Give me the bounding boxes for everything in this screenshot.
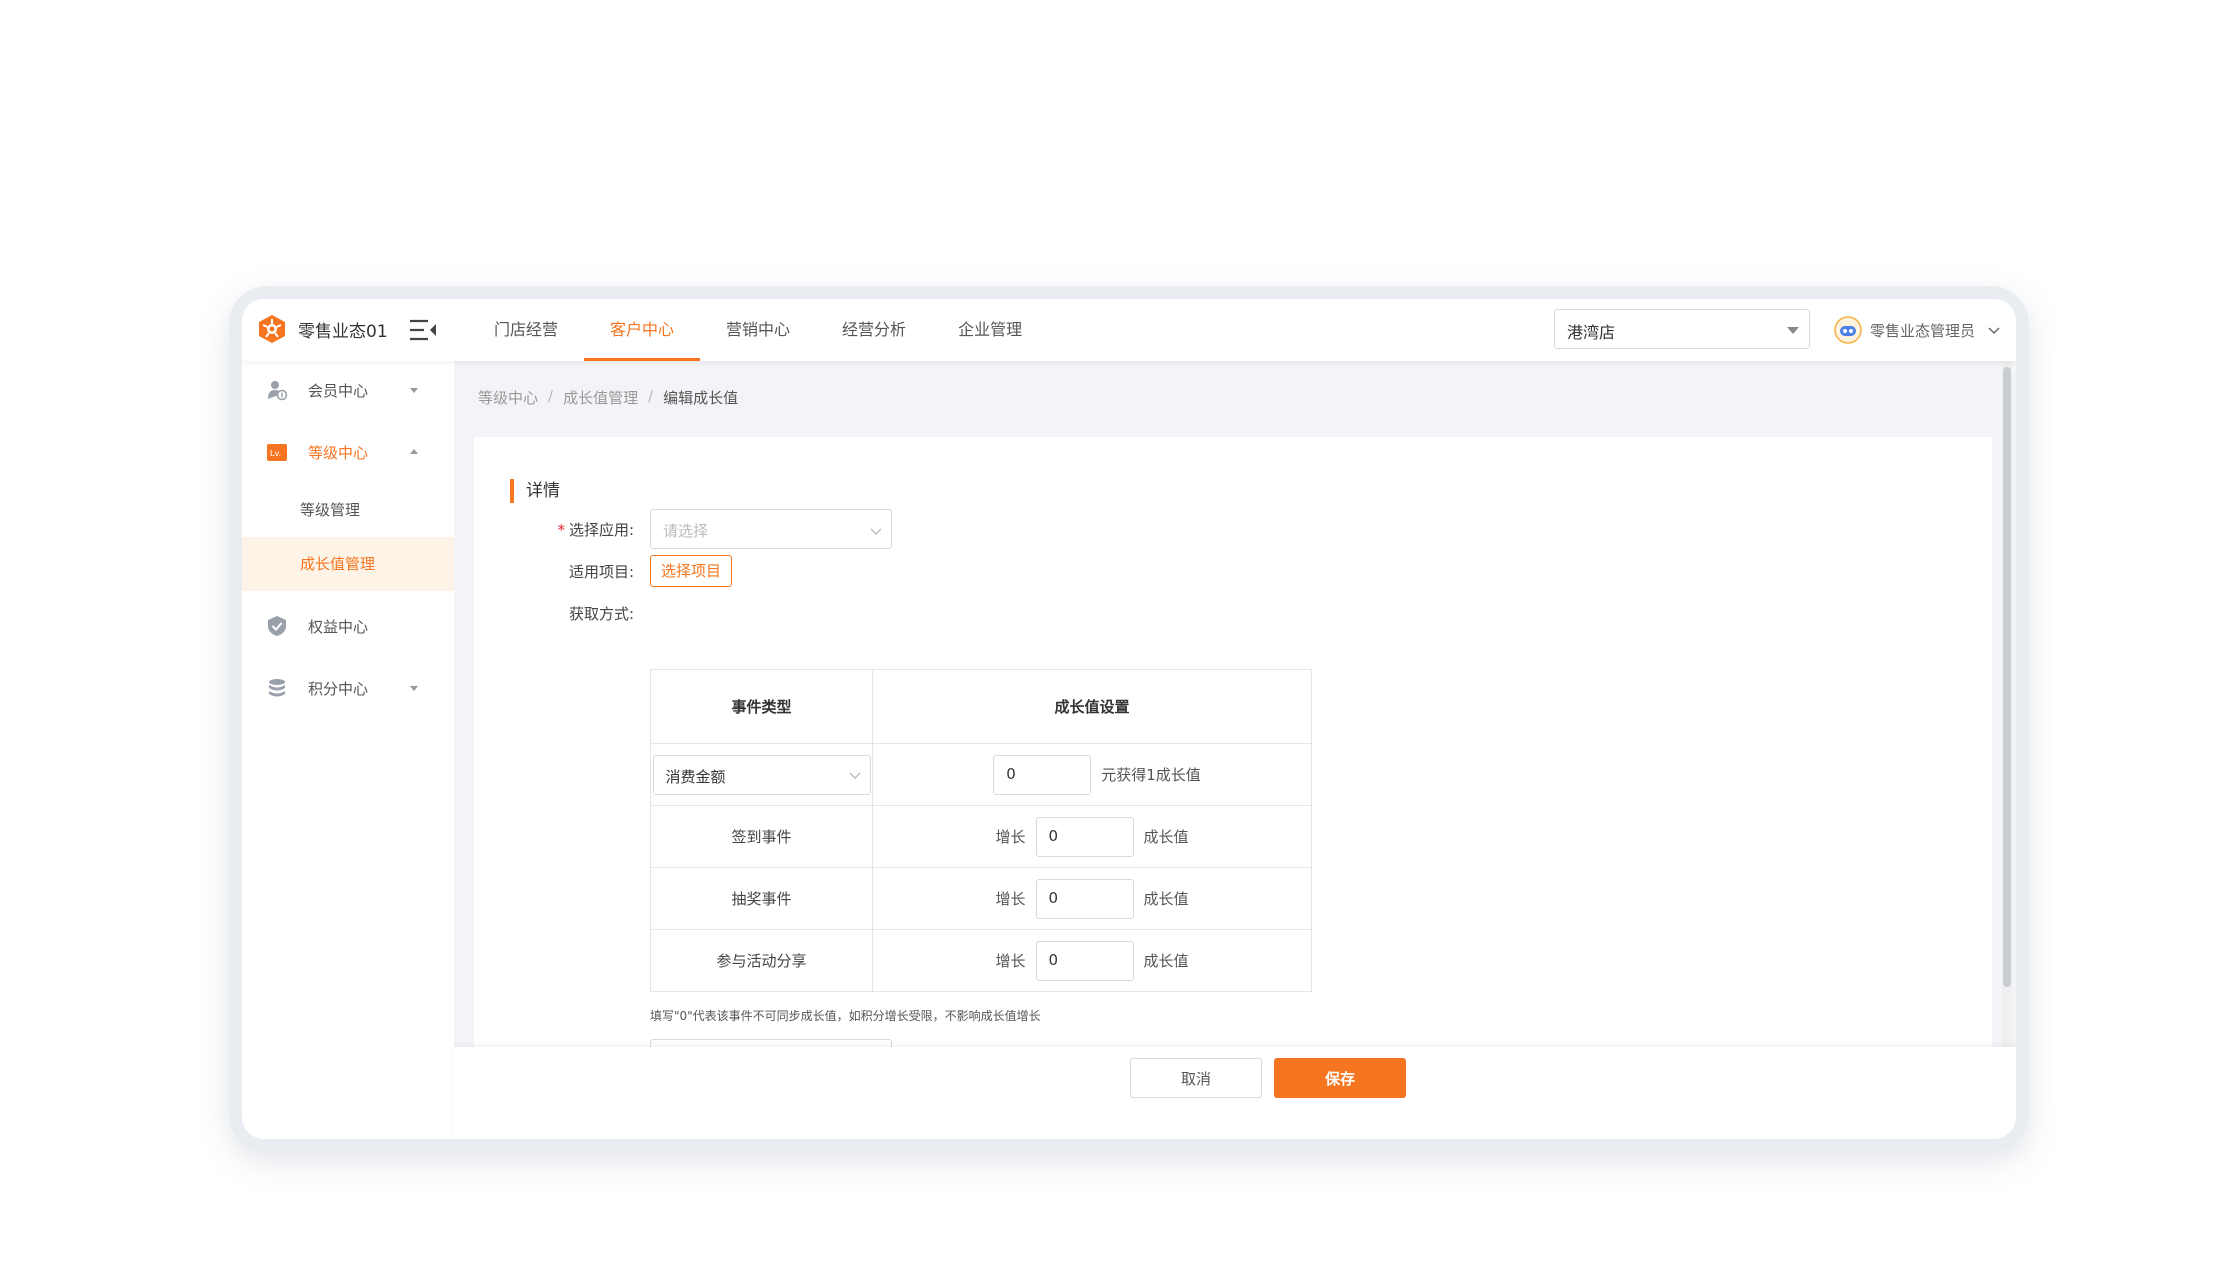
nav-marketing-center[interactable]: 营销中心 <box>700 299 816 361</box>
breadcrumb-growth-management[interactable]: 成长值管理 <box>563 387 638 408</box>
required-mark: * <box>557 521 565 539</box>
lottery-growth-input[interactable]: 0 <box>1035 878 1134 919</box>
column-header-event-type: 事件类型 <box>650 669 873 744</box>
chevron-down-icon <box>849 772 860 779</box>
event-type-cell: 抽奖事件 <box>650 867 873 930</box>
growth-setting-cell: 增长 0 成长值 <box>872 867 1312 930</box>
robot-avatar-icon <box>1834 316 1862 344</box>
breadcrumb-level-center[interactable]: 等级中心 <box>478 387 538 408</box>
nav-store-operations[interactable]: 门店经营 <box>468 299 584 361</box>
user-menu[interactable]: 零售业态管理员 <box>1834 315 2001 345</box>
store-select-value: 港湾店 <box>1567 323 1616 342</box>
level-badge-text: Lv. <box>270 449 281 458</box>
sidebar-item-label: 积分中心 <box>308 679 369 698</box>
growth-suffix: 成长值 <box>1143 952 1189 970</box>
sidebar-item-points-center[interactable]: 积分中心 <box>242 659 454 717</box>
growth-setting-cell: 0 元获得1成长值 <box>872 743 1312 806</box>
column-header-growth-setting: 成长值设置 <box>872 669 1312 744</box>
caret-down-icon <box>410 686 418 691</box>
growth-setting-cell: 增长 0 成长值 <box>872 929 1312 992</box>
rights-shield-icon <box>268 616 286 636</box>
amount-suffix: 元获得1成长值 <box>1101 766 1201 784</box>
sidebar-item-rights-center[interactable]: 权益中心 <box>242 597 454 655</box>
chevron-down-icon <box>870 528 882 535</box>
breadcrumb-separator: / <box>548 387 554 405</box>
breadcrumb-current: 编辑成长值 <box>663 389 739 407</box>
growth-suffix: 成长值 <box>1143 890 1189 908</box>
sidebar-item-label: 权益中心 <box>308 617 369 636</box>
top-bar: 零售业态01 门店经营 客户中心 营销中心 经营分析 企业管理 港湾店 零售业态… <box>242 299 2016 361</box>
points-stack-icon <box>269 679 285 697</box>
store-select[interactable]: 港湾店 <box>1554 309 1810 349</box>
growth-prefix: 增长 <box>995 890 1026 908</box>
select-project-button[interactable]: 选择项目 <box>650 555 733 587</box>
growth-prefix: 增长 <box>995 952 1026 970</box>
save-button[interactable]: 保存 <box>1274 1058 1406 1098</box>
caret-up-icon <box>410 449 418 454</box>
scrollbar-thumb[interactable] <box>2003 367 2011 987</box>
app-title: 零售业态01 <box>298 322 388 342</box>
project-field-label: 适用项目: <box>568 563 634 581</box>
cancel-button[interactable]: 取消 <box>1130 1058 1262 1098</box>
event-type-cell: 消费金额 <box>650 743 873 806</box>
app-select-placeholder: 请选择 <box>663 522 709 540</box>
caret-down-icon <box>410 388 418 393</box>
caret-down-icon <box>1787 327 1799 334</box>
app-select[interactable]: 请选择 <box>650 509 892 549</box>
breadcrumb: 等级中心 / 成长值管理 / 编辑成长值 <box>478 387 738 408</box>
sidebar-item-member-center[interactable]: 会员中心 <box>242 361 454 419</box>
table-header-row: 事件类型 成长值设置 <box>650 669 1312 744</box>
table-row: 签到事件 增长 0 成长值 <box>650 805 1312 868</box>
growth-setting-cell: 增长 0 成长值 <box>872 805 1312 868</box>
top-navigation: 门店经营 客户中心 营销中心 经营分析 企业管理 <box>468 299 1048 361</box>
sidebar-subitem-level-management[interactable]: 等级管理 <box>242 483 454 537</box>
event-type-select[interactable]: 消费金额 <box>652 754 871 795</box>
nav-enterprise-management[interactable]: 企业管理 <box>932 299 1048 361</box>
sidebar-item-label: 等级中心 <box>308 443 369 462</box>
table-row: 抽奖事件 增长 0 成长值 <box>650 867 1312 930</box>
table-row: 参与活动分享 增长 0 成长值 <box>650 929 1312 992</box>
app-field-label: * 选择应用: <box>474 519 634 540</box>
method-field-label: 获取方式: <box>568 605 634 623</box>
breadcrumb-separator: / <box>648 387 654 405</box>
sidebar: 会员中心 Lv. 等级中心 等级管理 成长值管理 权益中心 积分中心 <box>242 361 454 1139</box>
menu-fold-icon[interactable] <box>408 317 438 343</box>
sidebar-item-level-center[interactable]: Lv. 等级中心 <box>242 423 454 481</box>
level-icon: Lv. <box>267 444 287 461</box>
checkin-growth-input[interactable]: 0 <box>1035 816 1134 857</box>
table-row: 消费金额 0 元获得1成长值 <box>650 743 1312 806</box>
app-window: 零售业态01 门店经营 客户中心 营销中心 经营分析 企业管理 港湾店 零售业态… <box>242 299 2016 1139</box>
event-type-cell: 签到事件 <box>650 805 873 868</box>
hint-text: 填写"0"代表该事件不可同步成长值，如积分增长受限，不影响成长值增长 <box>650 1009 1041 1023</box>
sidebar-subitem-growth-management[interactable]: 成长值管理 <box>242 537 454 591</box>
member-icon <box>268 381 288 401</box>
section-title: 详情 <box>510 479 560 503</box>
growth-rules-table: 事件类型 成长值设置 消费金额 0 元获得1成长值 签到事件 增长 0 成长值 … <box>650 669 1312 992</box>
detail-card: 详情 * 选择应用: 请选择 适用项目: 选择项目 获取方式: 事件类型 成长值设… <box>474 437 1992 1059</box>
nav-business-analysis[interactable]: 经营分析 <box>816 299 932 361</box>
growth-prefix: 增长 <box>995 828 1026 846</box>
event-type-cell: 参与活动分享 <box>650 929 873 992</box>
sidebar-item-label: 会员中心 <box>308 381 369 400</box>
share-growth-input[interactable]: 0 <box>1035 940 1134 981</box>
amount-input[interactable]: 0 <box>993 754 1092 795</box>
user-name: 零售业态管理员 <box>1870 321 1976 340</box>
event-type-value: 消费金额 <box>665 767 726 786</box>
nav-customer-center[interactable]: 客户中心 <box>584 299 701 361</box>
app-label-text: 选择应用: <box>568 521 634 539</box>
growth-suffix: 成长值 <box>1143 828 1189 846</box>
chevron-down-icon <box>1988 327 2000 335</box>
brand-logo-icon <box>259 315 285 343</box>
